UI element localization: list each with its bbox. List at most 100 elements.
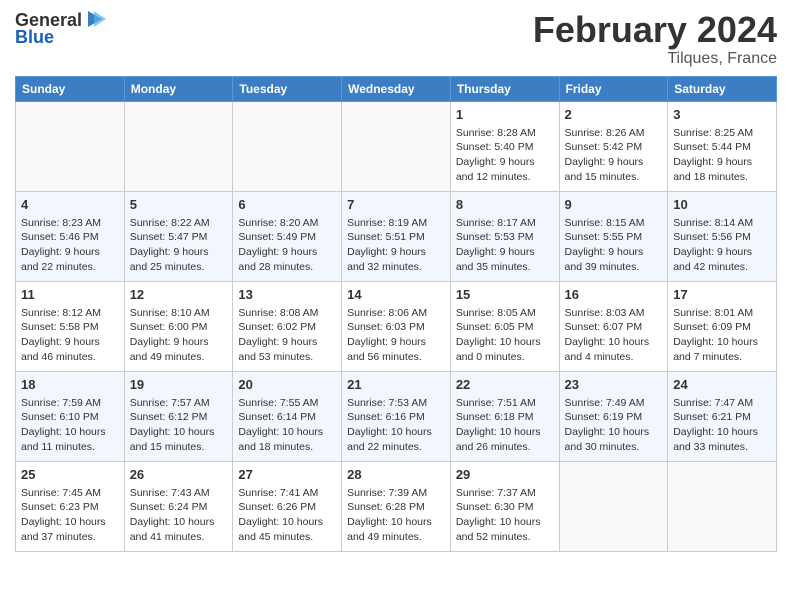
day-number: 16 [565, 286, 663, 304]
day-number: 7 [347, 196, 445, 214]
col-wednesday: Wednesday [342, 76, 451, 101]
day-number: 15 [456, 286, 554, 304]
week-row-4: 18 Sunrise: 7:59 AMSunset: 6:10 PMDayligh… [16, 371, 777, 461]
day-number: 5 [130, 196, 228, 214]
table-row: 29 Sunrise: 7:37 AMSunset: 6:30 PMDayligh… [450, 461, 559, 551]
table-row: 15 Sunrise: 8:05 AMSunset: 6:05 PMDayligh… [450, 281, 559, 371]
day-number: 23 [565, 376, 663, 394]
day-number: 28 [347, 466, 445, 484]
day-number: 24 [673, 376, 771, 394]
table-row: 9 Sunrise: 8:15 AMSunset: 5:55 PMDaylight… [559, 191, 668, 281]
table-row: 18 Sunrise: 7:59 AMSunset: 6:10 PMDayligh… [16, 371, 125, 461]
day-info: Sunrise: 8:17 AMSunset: 5:53 PMDaylight:… [456, 216, 554, 275]
table-row [124, 101, 233, 191]
day-info: Sunrise: 8:19 AMSunset: 5:51 PMDaylight:… [347, 216, 445, 275]
table-row: 20Sunrise: 7:55 AMSunset: 6:14 PMDayligh… [233, 371, 342, 461]
day-info: Sunrise: 7:41 AMSunset: 6:26 PMDaylight:… [238, 486, 336, 545]
day-info: Sunrise: 8:15 AMSunset: 5:55 PMDaylight:… [565, 216, 663, 275]
day-info: Sunrise: 8:01 AMSunset: 6:09 PMDaylight:… [673, 306, 771, 365]
table-row: 26 Sunrise: 7:43 AMSunset: 6:24 PMDayligh… [124, 461, 233, 551]
day-number: 27 [238, 466, 336, 484]
table-row: 13 Sunrise: 8:08 AMSunset: 6:02 PMDayligh… [233, 281, 342, 371]
day-number: 21 [347, 376, 445, 394]
day-number: 8 [456, 196, 554, 214]
location-title: Tilques, France [533, 50, 777, 68]
day-number: 26 [130, 466, 228, 484]
col-saturday: Saturday [668, 76, 777, 101]
day-info: Sunrise: 8:25 AMSunset: 5:44 PMDaylight:… [673, 126, 771, 185]
day-info: Sunrise: 8:22 AMSunset: 5:47 PMDaylight:… [130, 216, 228, 275]
table-row: 5 Sunrise: 8:22 AMSunset: 5:47 PMDaylight… [124, 191, 233, 281]
table-row: 23 Sunrise: 7:49 AMSunset: 6:19 PMDayligh… [559, 371, 668, 461]
table-row [668, 461, 777, 551]
day-info: Sunrise: 8:12 AMSunset: 5:58 PMDaylight:… [21, 306, 119, 365]
week-row-3: 11Sunrise: 8:12 AMSunset: 5:58 PMDayligh… [16, 281, 777, 371]
day-info: Sunrise: 8:14 AMSunset: 5:56 PMDaylight:… [673, 216, 771, 275]
day-info: Sunrise: 8:06 AMSunset: 6:03 PMDaylight:… [347, 306, 445, 365]
day-number: 22 [456, 376, 554, 394]
col-monday: Monday [124, 76, 233, 101]
table-row: 6Sunrise: 8:20 AMSunset: 5:49 PMDaylight… [233, 191, 342, 281]
calendar-header-row: Sunday Monday Tuesday Wednesday Thursday… [16, 76, 777, 101]
table-row: 24Sunrise: 7:47 AMSunset: 6:21 PMDayligh… [668, 371, 777, 461]
table-row: 28 Sunrise: 7:39 AMSunset: 6:28 PMDayligh… [342, 461, 451, 551]
day-info: Sunrise: 7:37 AMSunset: 6:30 PMDaylight:… [456, 486, 554, 545]
week-row-5: 25 Sunrise: 7:45 AMSunset: 6:23 PMDayligh… [16, 461, 777, 551]
day-number: 9 [565, 196, 663, 214]
table-row: 4 Sunrise: 8:23 AMSunset: 5:46 PMDaylight… [16, 191, 125, 281]
table-row: 17 Sunrise: 8:01 AMSunset: 6:09 PMDayligh… [668, 281, 777, 371]
day-number: 19 [130, 376, 228, 394]
day-number: 12 [130, 286, 228, 304]
day-info: Sunrise: 7:57 AMSunset: 6:12 PMDaylight:… [130, 396, 228, 455]
table-row: 19 Sunrise: 7:57 AMSunset: 6:12 PMDayligh… [124, 371, 233, 461]
table-row [233, 101, 342, 191]
day-number: 18 [21, 376, 119, 394]
day-number: 2 [565, 106, 663, 124]
table-row: 3 Sunrise: 8:25 AMSunset: 5:44 PMDaylight… [668, 101, 777, 191]
day-info: Sunrise: 8:08 AMSunset: 6:02 PMDaylight:… [238, 306, 336, 365]
day-info: Sunrise: 8:03 AMSunset: 6:07 PMDaylight:… [565, 306, 663, 365]
day-number: 17 [673, 286, 771, 304]
day-info: Sunrise: 7:45 AMSunset: 6:23 PMDaylight:… [21, 486, 119, 545]
day-info: Sunrise: 8:28 AMSunset: 5:40 PMDaylight:… [456, 126, 554, 185]
title-block: February 2024 Tilques, France [533, 10, 777, 68]
day-number: 4 [21, 196, 119, 214]
col-thursday: Thursday [450, 76, 559, 101]
day-number: 10 [673, 196, 771, 214]
table-row [16, 101, 125, 191]
day-info: Sunrise: 8:23 AMSunset: 5:46 PMDaylight:… [21, 216, 119, 275]
day-info: Sunrise: 8:20 AMSunset: 5:49 PMDaylight:… [238, 216, 336, 275]
table-row: 27 Sunrise: 7:41 AMSunset: 6:26 PMDayligh… [233, 461, 342, 551]
table-row: 16 Sunrise: 8:03 AMSunset: 6:07 PMDayligh… [559, 281, 668, 371]
day-number: 1 [456, 106, 554, 124]
day-info: Sunrise: 7:43 AMSunset: 6:24 PMDaylight:… [130, 486, 228, 545]
day-number: 3 [673, 106, 771, 124]
table-row: 10 Sunrise: 8:14 AMSunset: 5:56 PMDayligh… [668, 191, 777, 281]
calendar-table: Sunday Monday Tuesday Wednesday Thursday… [15, 76, 777, 552]
day-number: 13 [238, 286, 336, 304]
logo-blue: Blue [15, 27, 54, 48]
col-friday: Friday [559, 76, 668, 101]
table-row [342, 101, 451, 191]
day-number: 29 [456, 466, 554, 484]
day-info: Sunrise: 7:39 AMSunset: 6:28 PMDaylight:… [347, 486, 445, 545]
table-row: 7 Sunrise: 8:19 AMSunset: 5:51 PMDaylight… [342, 191, 451, 281]
table-row: 14Sunrise: 8:06 AMSunset: 6:03 PMDayligh… [342, 281, 451, 371]
col-tuesday: Tuesday [233, 76, 342, 101]
day-info: Sunrise: 8:26 AMSunset: 5:42 PMDaylight:… [565, 126, 663, 185]
day-info: Sunrise: 7:59 AMSunset: 6:10 PMDaylight:… [21, 396, 119, 455]
table-row: 21 Sunrise: 7:53 AMSunset: 6:16 PMDayligh… [342, 371, 451, 461]
logo-icon [84, 9, 106, 31]
day-number: 25 [21, 466, 119, 484]
day-info: Sunrise: 7:51 AMSunset: 6:18 PMDaylight:… [456, 396, 554, 455]
day-info: Sunrise: 7:55 AMSunset: 6:14 PMDaylight:… [238, 396, 336, 455]
day-info: Sunrise: 8:05 AMSunset: 6:05 PMDaylight:… [456, 306, 554, 365]
table-row [559, 461, 668, 551]
week-row-2: 4 Sunrise: 8:23 AMSunset: 5:46 PMDaylight… [16, 191, 777, 281]
day-info: Sunrise: 7:49 AMSunset: 6:19 PMDaylight:… [565, 396, 663, 455]
day-info: Sunrise: 7:53 AMSunset: 6:16 PMDaylight:… [347, 396, 445, 455]
table-row: 12 Sunrise: 8:10 AMSunset: 6:00 PMDayligh… [124, 281, 233, 371]
day-info: Sunrise: 8:10 AMSunset: 6:00 PMDaylight:… [130, 306, 228, 365]
page-header: General Blue February 2024 Tilques, Fran… [15, 10, 777, 68]
table-row: 1 Sunrise: 8:28 AMSunset: 5:40 PMDaylight… [450, 101, 559, 191]
